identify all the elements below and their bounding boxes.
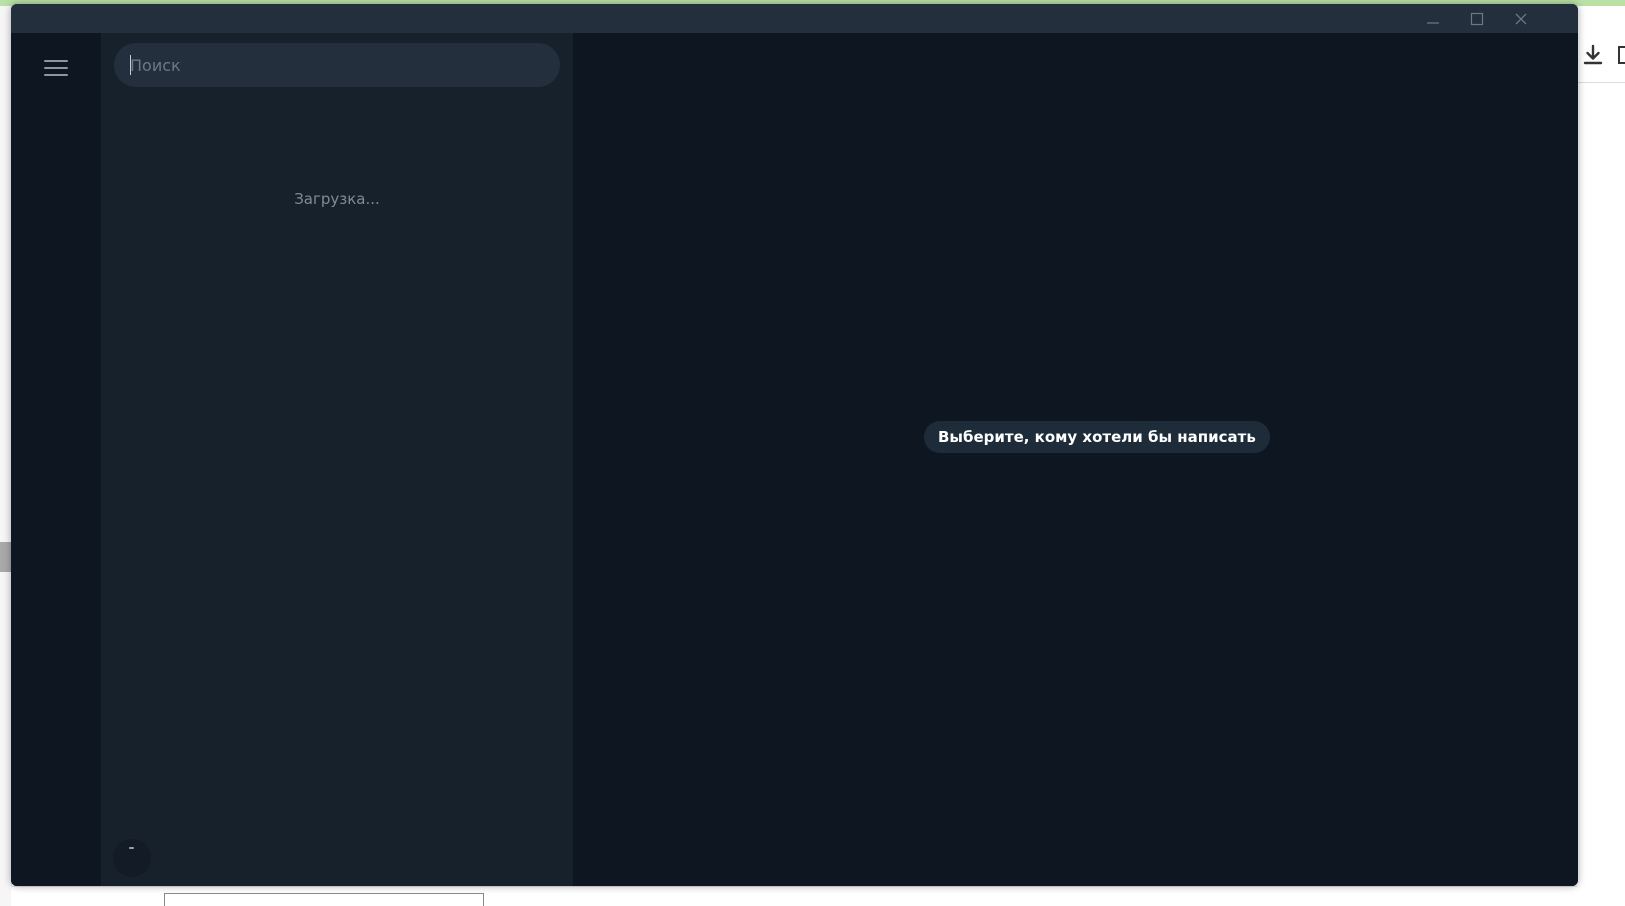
sidebar-panel-icon[interactable] <box>1618 46 1625 64</box>
close-icon <box>1515 13 1527 24</box>
background-browser-right-edge <box>1578 6 1625 906</box>
loading-text: Загрузка... <box>294 190 380 208</box>
main-menu-button[interactable] <box>36 51 76 85</box>
search-input[interactable] <box>130 43 544 87</box>
messenger-window: Загрузка... Выберите, кому хотели бы нап… <box>11 4 1578 886</box>
loading-spinner-icon <box>113 839 151 877</box>
chat-area: Выберите, кому хотели бы написать <box>573 33 1578 886</box>
minimize-button[interactable] <box>1411 4 1455 33</box>
download-icon[interactable] <box>1580 42 1606 68</box>
left-rail <box>11 33 101 886</box>
background-gray-band <box>0 542 11 572</box>
background-toolbar-divider <box>1578 82 1625 83</box>
background-browser-bottom <box>11 886 1578 906</box>
minimize-icon <box>1427 21 1439 24</box>
chat-list-panel: Загрузка... <box>101 33 573 886</box>
window-titlebar <box>11 4 1578 33</box>
empty-chat-hint: Выберите, кому хотели бы написать <box>924 421 1270 453</box>
search-box[interactable] <box>114 43 560 87</box>
desktop-screen: Загрузка... Выберите, кому хотели бы нап… <box>0 0 1625 906</box>
maximize-button[interactable] <box>1455 4 1499 33</box>
background-form-box <box>164 893 484 906</box>
text-caret <box>130 55 131 75</box>
close-button[interactable] <box>1499 4 1543 33</box>
maximize-icon <box>1470 12 1484 25</box>
hamburger-menu-icon <box>44 60 68 76</box>
